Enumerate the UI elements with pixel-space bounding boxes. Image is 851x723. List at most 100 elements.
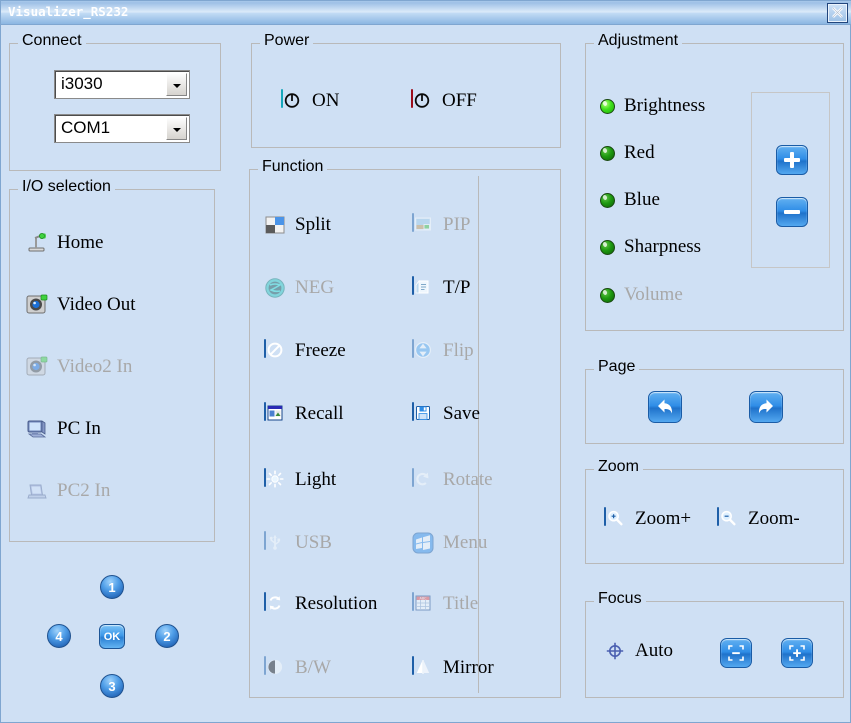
- nav-right-button[interactable]: 2: [155, 624, 179, 648]
- visualizer-rs232-window: Visualizer_RS232 Connect i3030 COM1 I/O …: [0, 0, 851, 723]
- zoom-out-icon: [717, 507, 739, 530]
- adjustment-group: Adjustment Brightness Red Blue Sharpness…: [585, 32, 844, 331]
- usb-icon: [264, 531, 286, 554]
- menu-icon: [412, 532, 434, 554]
- adjustment-minus-button[interactable]: [776, 197, 808, 227]
- io-item-label: Video Out: [57, 294, 136, 315]
- document-camera-icon: [26, 232, 48, 254]
- adjustment-item-volume[interactable]: Volume: [600, 284, 683, 306]
- page-back-button[interactable]: [648, 391, 682, 423]
- title-bar: Visualizer_RS232: [1, 1, 851, 25]
- close-button[interactable]: [827, 3, 848, 23]
- function-item-light[interactable]: Light: [264, 468, 337, 491]
- focus-far-button[interactable]: [781, 638, 813, 668]
- black-white-icon: [264, 656, 286, 679]
- red-led-icon: [600, 145, 615, 161]
- function-item-label: B/W: [295, 657, 331, 678]
- function-item-label: Split: [295, 214, 331, 235]
- function-item-pip[interactable]: PIP: [412, 213, 471, 236]
- power-off-button[interactable]: OFF: [411, 89, 477, 112]
- adjustment-item-label: Sharpness: [624, 236, 702, 257]
- nav-up-button[interactable]: 1: [100, 575, 124, 599]
- function-item-rotate[interactable]: Rotate: [412, 468, 493, 491]
- desktop-pc-icon: [26, 418, 48, 440]
- function-item-neg[interactable]: NEG: [264, 277, 334, 299]
- power-on-label: ON: [312, 90, 340, 111]
- function-item-split[interactable]: Split: [264, 214, 331, 236]
- port-select[interactable]: COM1: [54, 114, 190, 143]
- function-item-title[interactable]: ABC Title: [412, 592, 478, 615]
- function-item-label: USB: [295, 532, 332, 553]
- blue-led-icon: [600, 192, 615, 208]
- flip-icon: [412, 339, 434, 362]
- function-item-label: Mirror: [443, 657, 494, 678]
- title-table-icon: ABC: [412, 592, 434, 615]
- focus-auto-button[interactable]: Auto: [604, 640, 673, 662]
- laptop-pc-icon: [26, 480, 48, 502]
- function-item-mirror[interactable]: Mirror: [412, 656, 494, 679]
- adjustment-item-brightness[interactable]: Brightness: [600, 95, 705, 117]
- io-item-home[interactable]: Home: [26, 232, 103, 254]
- function-item-label: Save: [443, 403, 480, 424]
- port-select-arrow[interactable]: [166, 117, 187, 140]
- function-item-menu[interactable]: Menu: [412, 532, 487, 554]
- zoom-out-button[interactable]: Zoom-: [717, 507, 800, 530]
- io-item-pc-in[interactable]: PC In: [26, 418, 101, 440]
- connect-legend: Connect: [18, 32, 86, 50]
- adjustment-stepper-panel: [751, 92, 830, 268]
- power-off-label: OFF: [442, 90, 477, 111]
- nav-down-button[interactable]: 3: [100, 674, 124, 698]
- sharpness-led-icon: [600, 239, 615, 255]
- function-item-save[interactable]: Save: [412, 402, 480, 425]
- power-on-icon: [281, 89, 303, 112]
- device-select[interactable]: i3030: [54, 70, 190, 99]
- io-item-video2-in[interactable]: Video2 In: [26, 356, 132, 378]
- device-select-arrow[interactable]: [166, 73, 187, 96]
- adjustment-legend: Adjustment: [594, 32, 683, 50]
- power-on-button[interactable]: ON: [281, 89, 340, 112]
- io-item-label: Video2 In: [57, 356, 133, 377]
- function-item-usb[interactable]: USB: [264, 531, 332, 554]
- zoom-legend: Zoom: [594, 458, 643, 476]
- window-title: Visualizer_RS232: [8, 4, 129, 19]
- function-item-freeze[interactable]: Freeze: [264, 339, 346, 362]
- text-photo-icon: [412, 276, 434, 299]
- io-item-video-out[interactable]: Video Out: [26, 294, 136, 316]
- function-item-label: PIP: [443, 214, 471, 235]
- nav-ok-button[interactable]: OK: [99, 624, 125, 649]
- split-screen-icon: [264, 214, 286, 236]
- zoom-in-label: Zoom+: [635, 508, 692, 529]
- function-item-tp[interactable]: T/P: [412, 276, 470, 299]
- function-item-label: Light: [295, 469, 337, 490]
- function-item-resolution[interactable]: Resolution: [264, 592, 377, 615]
- io-item-pc2-in[interactable]: PC2 In: [26, 480, 110, 502]
- volume-led-icon: [600, 287, 615, 303]
- function-item-label: Menu: [443, 532, 488, 553]
- focus-target-icon: [604, 640, 626, 662]
- function-item-label: Flip: [443, 340, 474, 361]
- function-item-recall[interactable]: Recall: [264, 402, 344, 425]
- recall-icon: [264, 402, 286, 425]
- focus-near-button[interactable]: [720, 638, 752, 668]
- function-item-bw[interactable]: B/W: [264, 656, 331, 679]
- focus-far-icon: [789, 645, 805, 661]
- function-group: Function Split NEG Freeze Recall Light U…: [249, 158, 561, 698]
- port-select-value: COM1: [61, 118, 111, 137]
- page-forward-button[interactable]: [749, 391, 783, 423]
- adjustment-plus-button[interactable]: [776, 145, 808, 175]
- function-item-flip[interactable]: Flip: [412, 339, 474, 362]
- function-item-label: Rotate: [443, 469, 493, 490]
- function-item-label: NEG: [295, 277, 335, 298]
- focus-auto-label: Auto: [635, 640, 673, 661]
- zoom-out-label: Zoom-: [748, 508, 800, 529]
- camera-out-icon: [26, 294, 48, 316]
- zoom-in-button[interactable]: Zoom+: [604, 507, 692, 530]
- lamp-icon: [264, 468, 286, 491]
- adjustment-item-blue[interactable]: Blue: [600, 189, 660, 211]
- adjustment-item-sharpness[interactable]: Sharpness: [600, 236, 701, 258]
- nav-left-button[interactable]: 4: [47, 624, 71, 648]
- page-forward-icon: [758, 399, 773, 414]
- save-disk-icon: [412, 402, 434, 425]
- adjustment-item-red[interactable]: Red: [600, 142, 655, 164]
- camera-in-icon: [26, 356, 48, 378]
